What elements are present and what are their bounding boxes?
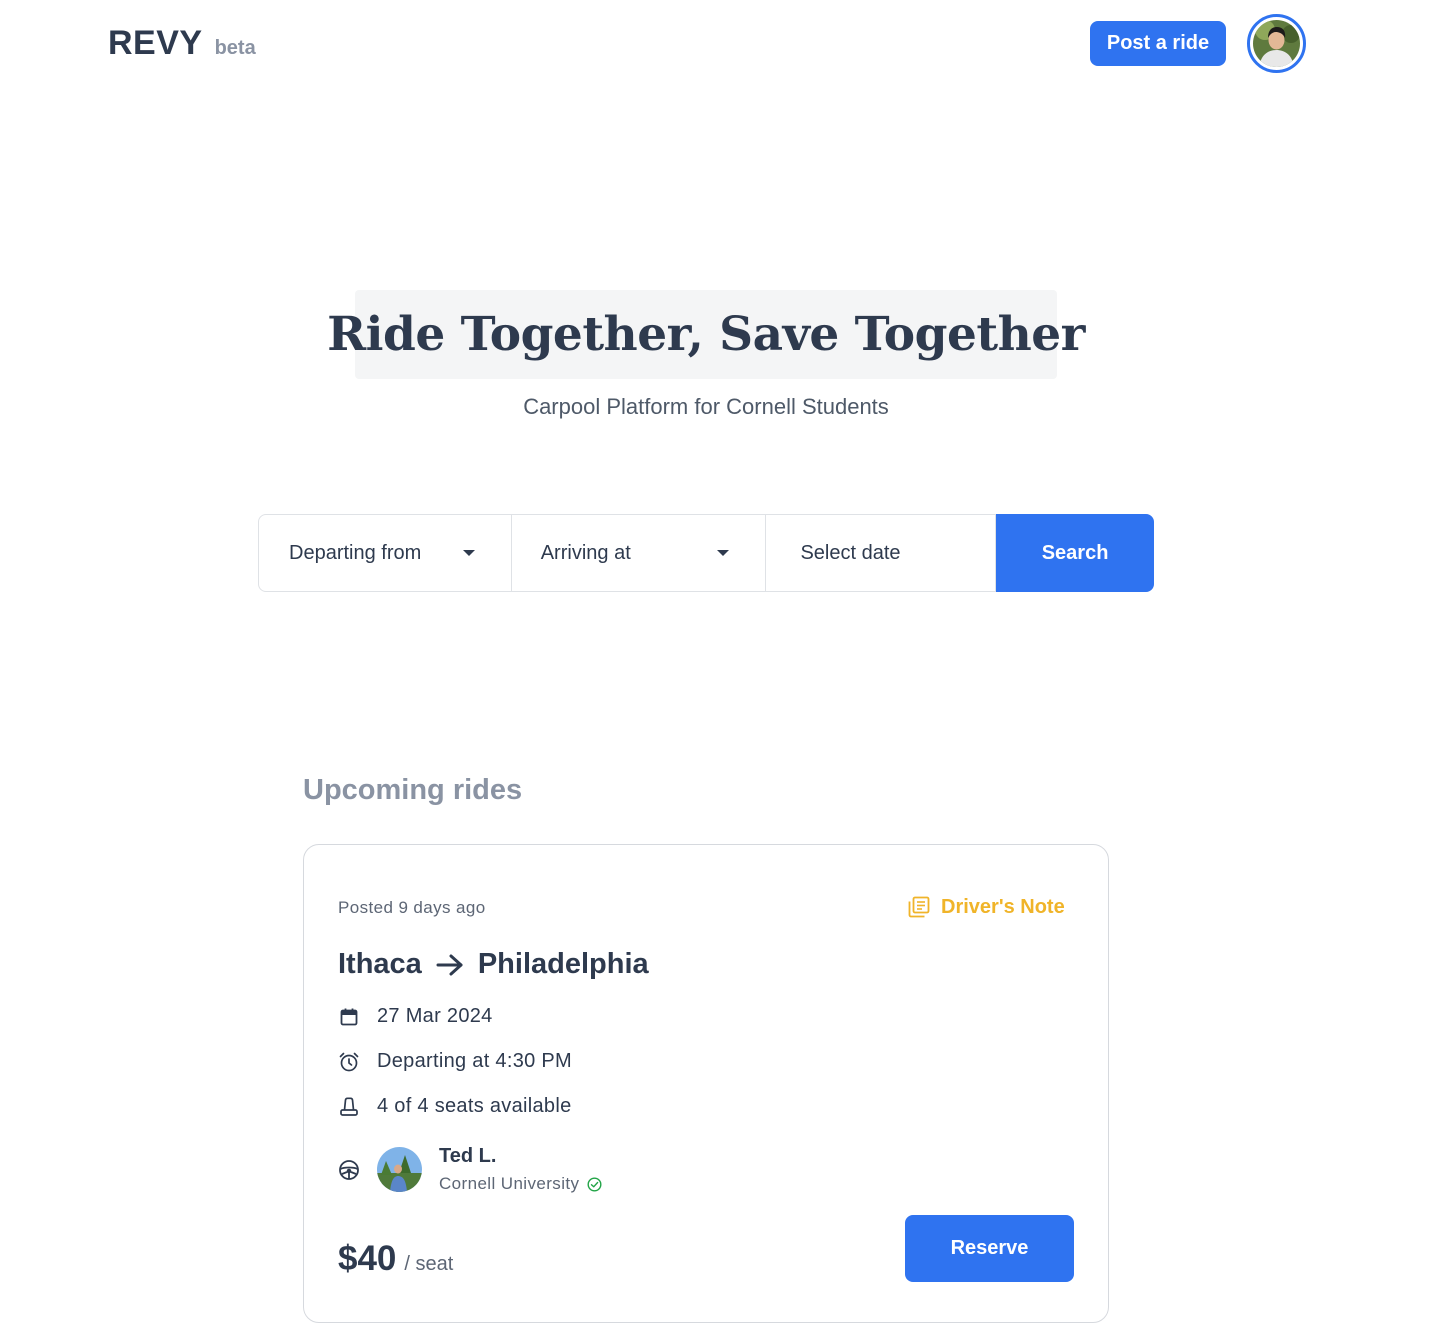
price-value: $40 xyxy=(338,1239,397,1278)
drivers-note-label: Driver's Note xyxy=(941,895,1065,918)
reserve-button[interactable]: Reserve xyxy=(905,1215,1074,1282)
user-avatar-photo xyxy=(1253,20,1300,67)
avatar xyxy=(1253,20,1300,67)
ride-departure-time: Departing at 4:30 PM xyxy=(377,1050,572,1072)
route-origin: Ithaca xyxy=(338,948,422,980)
seat-icon xyxy=(338,1096,360,1118)
driver-school: Cornell University xyxy=(439,1174,580,1193)
top-navbar: REVY beta Post a ride xyxy=(0,0,1430,90)
arrow-right-icon xyxy=(436,953,464,977)
ride-seats-row: 4 of 4 seats available xyxy=(338,1095,572,1118)
page-title: Ride Together, Save Together xyxy=(327,307,1085,362)
calendar-icon xyxy=(338,1006,360,1028)
beta-badge: beta xyxy=(214,37,256,59)
driver-avatar[interactable] xyxy=(377,1147,422,1192)
seats-available: 4 of 4 seats available xyxy=(377,1095,572,1117)
departing-from-placeholder: Departing from xyxy=(289,541,422,564)
ride-date: 27 Mar 2024 xyxy=(377,1005,493,1027)
post-ride-button[interactable]: Post a ride xyxy=(1090,21,1226,66)
date-placeholder: Select date xyxy=(800,541,901,564)
driver-info: Ted L. Cornell University xyxy=(439,1145,602,1194)
steering-wheel-icon xyxy=(338,1159,360,1181)
chevron-down-icon xyxy=(717,550,730,556)
ride-search-bar: Departing from Arriving at Select date S… xyxy=(258,514,1154,592)
brand-logo[interactable]: REVY beta xyxy=(108,24,256,63)
verified-check-icon xyxy=(587,1176,602,1192)
page-subtitle: Carpool Platform for Cornell Students xyxy=(523,394,889,419)
posted-time: Posted 9 days ago xyxy=(338,898,486,917)
driver-row: Ted L. Cornell University xyxy=(338,1145,602,1194)
chevron-down-icon xyxy=(462,550,475,556)
user-avatar-button[interactable] xyxy=(1247,14,1306,73)
driver-name: Ted L. xyxy=(439,1145,497,1167)
upcoming-rides-heading: Upcoming rides xyxy=(303,774,523,806)
departing-from-select[interactable]: Departing from xyxy=(258,514,512,592)
route-destination: Philadelphia xyxy=(477,948,649,980)
ride-route: Ithaca Philadelphia xyxy=(338,948,649,981)
note-icon xyxy=(908,896,930,918)
search-button[interactable]: Search xyxy=(996,514,1154,592)
date-picker-field[interactable]: Select date xyxy=(766,514,997,592)
driver-avatar-photo xyxy=(377,1147,422,1192)
price-unit: / seat xyxy=(404,1253,454,1275)
ride-time-row: Departing at 4:30 PM xyxy=(338,1050,572,1073)
driver-school-row: Cornell University xyxy=(439,1174,602,1194)
arriving-at-select[interactable]: Arriving at xyxy=(511,514,767,592)
logo-wordmark: REVY xyxy=(108,24,203,62)
drivers-note-link[interactable]: Driver's Note xyxy=(907,895,1065,919)
alarm-clock-icon xyxy=(338,1051,360,1073)
ride-card: Posted 9 days ago Driver's Note Ithaca P… xyxy=(303,844,1109,1323)
ride-date-row: 27 Mar 2024 xyxy=(338,1005,493,1028)
ride-price: $40 / seat xyxy=(338,1239,453,1279)
hero-title-box: Ride Together, Save Together xyxy=(327,290,1085,379)
arriving-at-placeholder: Arriving at xyxy=(540,541,631,564)
